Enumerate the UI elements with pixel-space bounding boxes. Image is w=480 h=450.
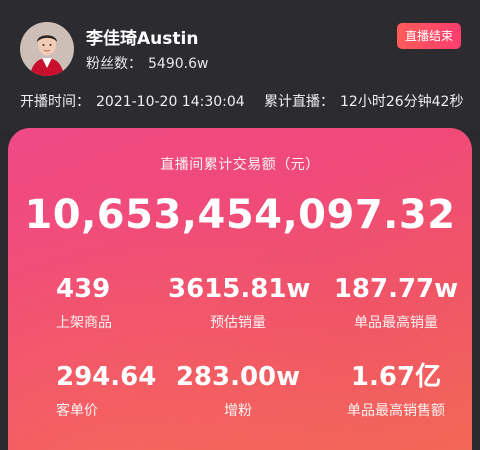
- stat-value: 3615.81w: [168, 274, 311, 304]
- fan-count-value: 5490.6w: [148, 56, 209, 72]
- stat-value: 187.77w: [333, 274, 459, 304]
- stat-value: 1.67亿: [350, 362, 442, 392]
- stat-new-followers: 283.00w 增粉: [168, 362, 308, 420]
- stat-listed-products: 439 上架商品: [56, 274, 112, 332]
- live-duration-value: 12小时26分钟42秒: [340, 94, 464, 110]
- live-duration-label: 累计直播：: [264, 94, 334, 110]
- header: 李佳琦Austin 粉丝数： 5490.6w 直播结束 开播时间： 2021-10-…: [0, 0, 480, 130]
- stat-label: 单品最高销售额: [347, 403, 445, 419]
- stat-estimated-sales: 3615.81w 预估销量: [168, 274, 311, 332]
- stat-value: 439: [56, 274, 111, 304]
- avatar[interactable]: [20, 22, 74, 76]
- live-ended-button[interactable]: 直播结束: [397, 23, 461, 49]
- total-sales-value: 10,653,454,097.32: [24, 192, 456, 238]
- stat-value: 294.64: [56, 362, 157, 392]
- fan-count-label: 粉丝数：: [86, 56, 142, 72]
- stat-value: 283.00w: [175, 362, 301, 392]
- stat-label: 预估销量: [210, 315, 266, 331]
- total-sales-label: 直播间累计交易额（元）: [160, 157, 320, 173]
- stat-label: 客单价: [56, 403, 98, 419]
- stat-label: 单品最高销量: [354, 315, 438, 331]
- stat-avg-order-value: 294.64 客单价: [56, 362, 156, 420]
- fan-count: 粉丝数： 5490.6w: [86, 53, 214, 73]
- stat-top-item-volume: 187.77w 单品最高销量: [326, 274, 466, 332]
- stat-label: 上架商品: [56, 315, 112, 331]
- stat-label: 增粉: [224, 403, 252, 419]
- start-time-value: 2021-10-20 14:30:04: [96, 94, 245, 110]
- streamer-name: 李佳琦Austin: [86, 29, 199, 49]
- start-time: 开播时间： 2021-10-20 14:30:04: [20, 91, 245, 111]
- start-time-label: 开播时间：: [20, 94, 90, 110]
- stat-top-item-revenue: 1.67亿 单品最高销售额: [326, 362, 466, 420]
- live-duration: 累计直播： 12小时26分钟42秒: [264, 91, 463, 111]
- stats-card: 直播间累计交易额（元） 10,653,454,097.32 439 上架商品 3…: [8, 128, 472, 450]
